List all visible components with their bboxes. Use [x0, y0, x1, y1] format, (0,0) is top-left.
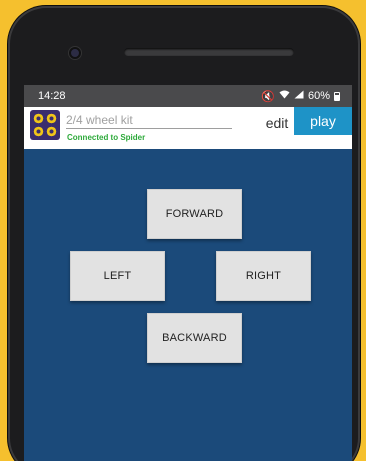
right-button[interactable]: RIGHT	[216, 251, 311, 301]
wheel-kit-icon[interactable]	[30, 110, 60, 140]
signal-icon	[294, 90, 304, 102]
earpiece-speaker	[124, 48, 294, 56]
left-button[interactable]: LEFT	[70, 251, 165, 301]
front-camera	[69, 47, 81, 59]
play-button[interactable]: play	[294, 107, 352, 135]
wheel-icon	[33, 126, 44, 137]
status-time: 14:28	[38, 90, 66, 102]
app-bar: Connected to Spider edit play	[24, 107, 352, 149]
backward-button[interactable]: BACKWARD	[147, 313, 242, 363]
battery-level: 60%	[307, 90, 330, 102]
wheel-icon	[46, 126, 57, 137]
battery-icon	[334, 91, 340, 101]
kit-name-input[interactable]	[66, 111, 232, 129]
wheel-icon	[33, 113, 44, 124]
status-icons: 🔇 60%	[261, 90, 340, 103]
connection-status: Connected to Spider	[67, 133, 146, 142]
wheel-icon	[46, 113, 57, 124]
forward-button[interactable]: FORWARD	[147, 189, 242, 239]
phone-screen: 14:28 🔇 60% Connected to Spider edit pla…	[24, 85, 352, 461]
wifi-icon	[279, 90, 290, 102]
status-bar: 14:28 🔇 60%	[24, 85, 352, 107]
mute-icon: 🔇	[261, 90, 275, 103]
